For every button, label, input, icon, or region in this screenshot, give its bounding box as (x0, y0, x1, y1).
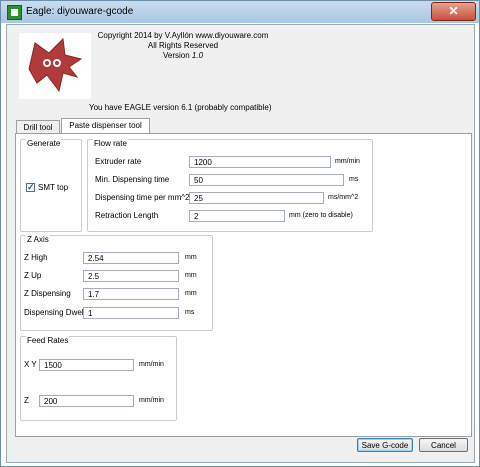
extruder-rate-unit: mm/min (335, 158, 360, 165)
flow-rate-group: Flow rate Extruder rate 1200 mm/min Min.… (87, 139, 373, 232)
min-dispensing-time-unit: ms (349, 176, 359, 183)
eagle-app-icon (7, 5, 22, 20)
close-button[interactable]: ✕ (431, 2, 476, 21)
z-axis-group: Z Axis Z High 2.54 mm Z Up 2.5 mm Z Disp… (20, 235, 213, 331)
logo-graphic (28, 37, 83, 93)
version-number: 1.0 (191, 51, 204, 60)
tab-drill-tool[interactable]: Drill tool (16, 120, 60, 134)
rights-text: All Rights Reserved (147, 41, 219, 50)
cancel-button[interactable]: Cancel (419, 438, 468, 452)
dispensing-time-per-mm2-label: Dispensing time per mm^2 (95, 193, 190, 202)
z-high-unit: mm (185, 254, 197, 261)
copyright-text: Copyright 2014 by V.Ayllón www.diyouware… (97, 31, 269, 40)
dialog-window: Eagle: diyouware-gcode ✕ Copyright 2014 … (0, 0, 480, 467)
generate-legend: Generate (26, 139, 62, 148)
feed-z-unit: mm/min (139, 397, 164, 404)
dispensing-dwell-unit: ms (185, 309, 195, 316)
save-gcode-button[interactable]: Save G-code (357, 438, 413, 452)
version-text: Version 1.0 (93, 51, 273, 61)
dispensing-time-per-mm2-input[interactable]: 25 (189, 192, 324, 204)
z-axis-legend: Z Axis (26, 235, 50, 244)
feed-z-label: Z (24, 396, 29, 405)
z-high-input[interactable]: 2.54 (83, 252, 179, 264)
dispensing-dwell-input[interactable]: 1 (83, 307, 179, 319)
z-dispensing-input[interactable]: 1.7 (83, 288, 179, 300)
extruder-rate-label: Extruder rate (95, 157, 142, 166)
window-title: Eagle: diyouware-gcode (26, 6, 134, 17)
dispensing-dwell-label: Dispensing Dwell (24, 308, 86, 317)
version-label: Version (162, 51, 190, 60)
dialog-client-area: Copyright 2014 by V.Ayllón www.diyouware… (6, 24, 475, 463)
feed-xy-unit: mm/min (139, 361, 164, 368)
retraction-length-input[interactable]: 2 (189, 210, 285, 222)
generate-group: Generate SMT top (20, 139, 82, 232)
diyouware-logo (19, 33, 91, 99)
eagle-version-text: You have EAGLE version 6.1 (probably com… (89, 103, 272, 112)
z-up-label: Z Up (24, 271, 42, 280)
feed-xy-input[interactable]: 1500 (39, 359, 134, 371)
retraction-length-unit: mm (zero to disable) (289, 212, 353, 219)
feed-rates-group: Feed Rates X Y 1500 mm/min Z 200 mm/min (20, 336, 177, 421)
z-dispensing-label: Z Dispensing (24, 289, 71, 298)
title-bar[interactable]: Eagle: diyouware-gcode ✕ (1, 1, 479, 23)
dispensing-time-per-mm2-unit: ms/mm^2 (328, 194, 359, 201)
z-up-input[interactable]: 2.5 (83, 270, 179, 282)
feed-xy-label: X Y (24, 360, 37, 369)
min-dispensing-time-label: Min. Dispensing time (95, 175, 170, 184)
flow-rate-legend: Flow rate (93, 139, 128, 148)
copyright-block: Copyright 2014 by V.Ayllón www.diyouware… (93, 31, 273, 61)
tab-paste-dispenser[interactable]: Paste dispenser tool (61, 118, 150, 134)
min-dispensing-time-input[interactable]: 50 (189, 174, 344, 186)
smt-top-label: SMT top (38, 183, 69, 192)
extruder-rate-input[interactable]: 1200 (189, 156, 331, 168)
paste-dispenser-panel: Generate SMT top Flow rate Extruder rate… (15, 133, 472, 437)
z-up-unit: mm (185, 272, 197, 279)
z-high-label: Z High (24, 253, 48, 262)
smt-top-checkbox[interactable] (26, 182, 35, 192)
retraction-length-label: Retraction Length (95, 211, 159, 220)
z-dispensing-unit: mm (185, 290, 197, 297)
feed-rates-legend: Feed Rates (26, 336, 70, 345)
feed-z-input[interactable]: 200 (39, 395, 134, 407)
